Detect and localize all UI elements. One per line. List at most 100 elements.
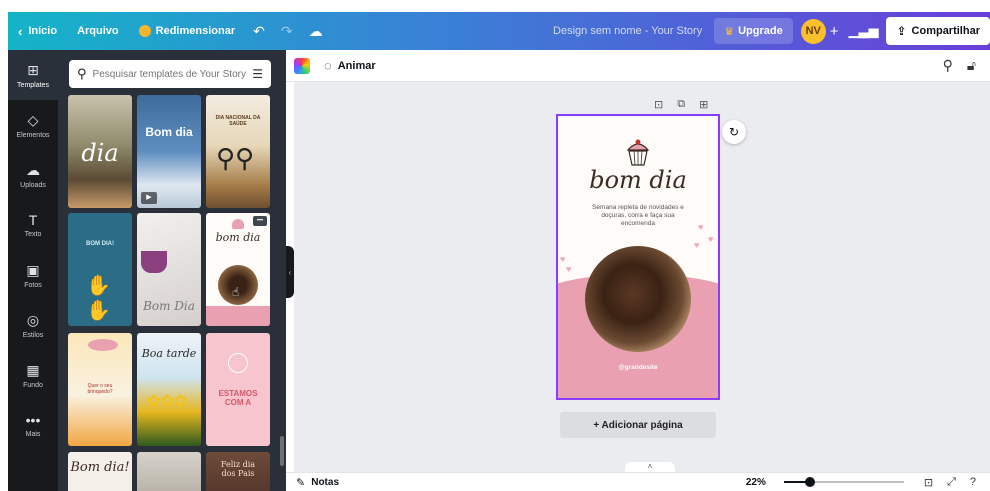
template-thumb-text: Boa tarde xyxy=(141,347,197,360)
design-handle[interactable]: @grandesite xyxy=(558,364,718,371)
document-title[interactable]: Design sem nome - Your Story xyxy=(541,25,714,37)
template-thumb-text: Bom Dia xyxy=(143,299,195,313)
show-pages-button[interactable]: ˄ xyxy=(625,462,675,472)
cupcake-icon xyxy=(626,139,650,166)
teacup-icon xyxy=(141,251,167,273)
zoom-slider[interactable] xyxy=(783,477,904,487)
rail-item-more[interactable]: ••• Mais xyxy=(8,400,58,450)
file-label: Arquivo xyxy=(77,25,119,37)
design-page[interactable]: bom dia Semana repleta de novidades e do… xyxy=(556,114,720,400)
undo-icon[interactable]: ↶ xyxy=(245,23,273,40)
zoom-slider-knob[interactable] xyxy=(805,477,816,487)
template-thumb-selected[interactable]: bom dia ••• ☝ xyxy=(206,213,270,326)
rail-item-background[interactable]: ▦ Fundo xyxy=(8,350,58,400)
template-thumb[interactable]: ESTAMOS COM A xyxy=(206,333,270,446)
color-picker-icon[interactable] xyxy=(294,57,310,74)
cupcake-outline-icon xyxy=(228,353,248,373)
template-thumb[interactable]: Bom dia ▶ xyxy=(137,95,201,208)
rail-label: Estilos xyxy=(22,331,44,339)
design-body-text[interactable]: Semana repleta de novidades e doçuras, c… xyxy=(588,204,688,228)
rail-item-uploads[interactable]: ☁ Uploads xyxy=(8,150,58,200)
animate-button[interactable]: ◌ Animar xyxy=(324,58,376,73)
template-thumb-text: BOM DIA! xyxy=(86,241,114,247)
template-thumb-text: dia xyxy=(81,139,119,167)
design-title[interactable]: bom dia xyxy=(558,166,718,194)
shapes-icon: ◇ xyxy=(27,111,39,128)
lock-icon[interactable]: 🔓︎ xyxy=(967,57,976,74)
refresh-icon[interactable]: ↻ xyxy=(722,120,746,144)
heart-icon: ♥ xyxy=(560,254,566,264)
template-thumb-text: bom dia xyxy=(215,231,261,244)
search-input[interactable] xyxy=(92,68,253,80)
zoom-level[interactable]: 22% xyxy=(746,477,766,488)
share-label: Compartilhar xyxy=(911,25,980,37)
template-thumb[interactable]: BOM DIA! ✋✋ xyxy=(68,213,132,326)
image-icon: ▣ xyxy=(26,261,40,278)
duplicate-page-icon[interactable]: ⧉ xyxy=(677,98,685,111)
templates-panel: ⚲ ☰ dia Bom dia ▶ DIA NACIONAL DA SAÚDE … xyxy=(58,50,286,491)
lock-page-icon[interactable]: ⊡ xyxy=(654,98,663,111)
bottom-bar: ✎ Notas 22% ⊡ ⤢ ? xyxy=(286,472,990,491)
search-bar[interactable]: ⚲ ☰ xyxy=(69,60,271,88)
template-thumb[interactable]: Bom Dia xyxy=(137,213,201,326)
help-icon[interactable]: ? xyxy=(970,476,976,488)
collapse-panel-handle[interactable]: ‹ xyxy=(286,246,294,298)
panel-scrollbar[interactable] xyxy=(280,436,284,466)
template-thumb[interactable]: dia xyxy=(68,95,132,208)
more-icon: ••• xyxy=(25,412,41,428)
animate-label: Animar xyxy=(337,59,376,72)
template-thumb[interactable]: Bom dia! xyxy=(68,452,132,491)
palette-icon: ◎ xyxy=(26,311,40,328)
search-icon: ⚲ xyxy=(77,66,87,81)
dolphin-icon xyxy=(88,339,118,351)
notes-button[interactable]: ✎ Notas xyxy=(296,476,339,489)
avatar[interactable]: NV xyxy=(800,18,826,44)
template-thumb[interactable] xyxy=(137,452,201,491)
redo-icon[interactable]: ↷ xyxy=(273,23,301,40)
rail-label: Mais xyxy=(25,431,41,438)
hand-cursor-icon: ☝ xyxy=(232,285,240,299)
share-button[interactable]: ⇪ Compartilhar xyxy=(886,17,990,45)
paint-format-icon[interactable]: ⚲ xyxy=(943,57,953,74)
template-thumb[interactable]: Boa tarde ✿✿✿ xyxy=(137,333,201,446)
rail-item-photos[interactable]: ▣ Fotos xyxy=(8,250,58,300)
mittens-icon: ✋✋ xyxy=(86,275,111,322)
heart-icon: ♥ xyxy=(694,240,700,250)
chevron-up-icon: ˄ xyxy=(647,462,653,471)
add-page-button[interactable]: + Adicionar página xyxy=(560,412,716,438)
text-icon: T xyxy=(28,212,38,228)
rail-label: Uploads xyxy=(20,181,46,189)
page-count-icon[interactable]: ⊡ xyxy=(924,476,933,489)
sunflower-icon: ✿✿✿ xyxy=(147,393,188,410)
cloud-saved-icon[interactable]: ☁ xyxy=(301,23,331,40)
template-thumb-text: Bom dia xyxy=(145,125,193,139)
rail-item-elements[interactable]: ◇ Elementos xyxy=(8,100,58,150)
editor-toolbar: ◌ Animar ⚲ 🔓︎ xyxy=(286,50,990,82)
resize-label: Redimensionar xyxy=(155,25,236,37)
rail-item-text[interactable]: T Texto xyxy=(8,200,58,250)
chevron-left-icon: ‹ xyxy=(288,267,292,277)
template-thumb-text: Quer o seu brinquedo? xyxy=(87,383,113,395)
template-thumb[interactable]: Feliz dia dos Pais xyxy=(206,452,270,491)
thumb-pink-base xyxy=(206,306,270,326)
rail-item-styles[interactable]: ◎ Estilos xyxy=(8,300,58,350)
home-button[interactable]: ‹ Início xyxy=(8,12,67,50)
file-menu-button[interactable]: Arquivo xyxy=(67,12,129,50)
brigadeiro-photo[interactable] xyxy=(585,246,691,352)
chevron-left-icon: ‹ xyxy=(18,23,23,39)
add-page-icon[interactable]: ⊞ xyxy=(699,98,708,111)
template-thumb-text: DIA NACIONAL DA SAÚDE xyxy=(215,115,261,127)
upgrade-button[interactable]: ♛ Upgrade xyxy=(714,18,793,44)
filter-icon[interactable]: ☰ xyxy=(252,67,263,81)
template-thumb[interactable]: DIA NACIONAL DA SAÚDE ⚲⚲ xyxy=(206,95,270,208)
rail-item-templates[interactable]: ⊞ Templates xyxy=(8,50,58,100)
add-member-icon[interactable]: + xyxy=(830,23,839,40)
insights-icon[interactable]: ▁▃▅ xyxy=(848,23,878,39)
more-options-icon[interactable]: ••• xyxy=(253,216,267,226)
fullscreen-icon[interactable]: ⤢ xyxy=(947,476,956,489)
rail-label: Elementos xyxy=(16,131,50,139)
resize-button[interactable]: Redimensionar xyxy=(129,12,245,50)
template-thumb[interactable]: Quer o seu brinquedo? xyxy=(68,333,132,446)
toolbar-right: ⚲ 🔓︎ xyxy=(943,57,990,74)
template-thumb-text: Feliz dia dos Pais xyxy=(220,460,256,478)
